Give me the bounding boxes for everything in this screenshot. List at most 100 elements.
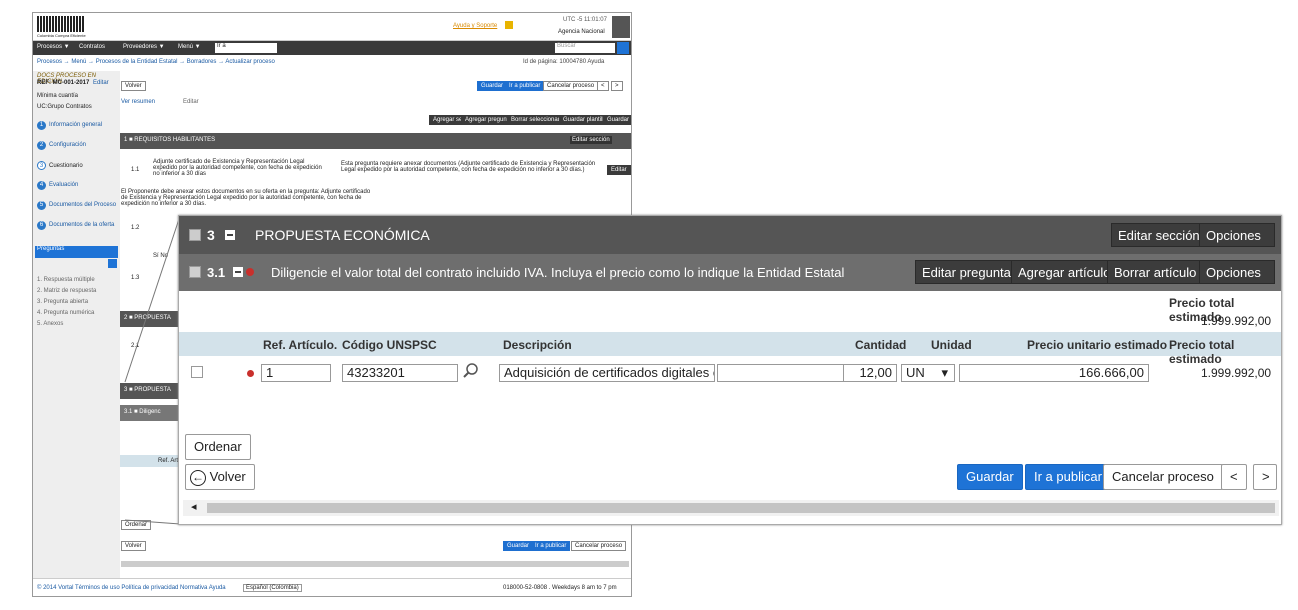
question-31-title: 3.1 ■ Diligenc [124, 409, 161, 415]
preguntas-header[interactable]: Preguntas [35, 246, 118, 258]
section-1-bar: 1 ■ REQUISITOS HABILITANTES Editar secció… [120, 133, 631, 149]
step-documentos-proceso[interactable]: 5 Documentos del Proceso [37, 201, 117, 210]
main-nav: Procesos ▼ Contratos Proveedores ▼ Menú … [33, 41, 631, 55]
guardar-button[interactable]: Guardar [957, 464, 1023, 490]
required-dot-icon [246, 268, 254, 276]
cancelar-bottom-button[interactable]: Cancelar proceso [571, 541, 627, 551]
step-evaluacion[interactable]: 4 Evaluación [37, 181, 117, 190]
section-1-title: 1 ■ REQUISITOS HABILITANTES [124, 137, 216, 143]
col-descripcion: Descripción [503, 338, 572, 352]
support-link[interactable]: Ayuda y Soporte [453, 23, 497, 29]
prev-button[interactable]: < [1221, 464, 1247, 490]
ref-input[interactable]: 1 [261, 364, 331, 382]
volver-small-button[interactable]: Volver [121, 541, 146, 551]
guardar-button[interactable]: Guardar [477, 81, 508, 91]
cancelar-button[interactable]: Cancelar proceso [1103, 464, 1223, 490]
nav-menu[interactable]: Menú ▼ [178, 44, 201, 50]
prev-button[interactable]: < [597, 81, 609, 91]
scrollbar-thumb[interactable] [207, 503, 1275, 513]
edit-section-button[interactable]: Editar sección [570, 136, 612, 144]
scroll-left-icon[interactable]: ◂ [191, 500, 197, 513]
search-input[interactable]: Buscar [555, 43, 615, 53]
language-select[interactable]: Español (Colombia) [243, 584, 302, 592]
step-documentos-oferta[interactable]: 6 Documentos de la oferta [37, 221, 117, 230]
footer-links[interactable]: © 2014 Vortal Términos de uso Política d… [37, 585, 226, 591]
step-dot: 5 [37, 201, 46, 210]
q11-text: Adjunte certificado de Existencia y Repr… [153, 159, 322, 177]
pregunta-item[interactable]: 3. Pregunta abierta [37, 299, 88, 305]
goto-select[interactable]: Ir a [215, 43, 277, 53]
descripcion-input[interactable]: Adquisición de certificados digitales co [499, 364, 715, 382]
unidad-value: UN [906, 365, 925, 380]
step-label: Documentos de la oferta [49, 222, 115, 228]
process-ref: REF: MC-001-2017 [37, 80, 90, 86]
notification-icon[interactable] [505, 21, 513, 29]
unidad-select[interactable]: UN ▾ [901, 364, 955, 382]
question-options-dropdown[interactable]: Opciones ▾ [1199, 260, 1275, 304]
guardar-bottom-button[interactable]: Guardar [503, 541, 534, 551]
next-button[interactable]: > [611, 81, 623, 91]
q11-num: 1.1 [131, 167, 140, 173]
next-button[interactable]: > [1253, 464, 1277, 490]
row-checkbox[interactable] [191, 366, 203, 378]
section-checkbox[interactable] [189, 229, 201, 241]
col-precio-total: Precio total estimado [1169, 338, 1235, 366]
edit-question-button[interactable]: Editar pregunta [915, 260, 1018, 284]
pregunta-item[interactable]: 2. Matriz de respuesta [37, 288, 96, 294]
nav-proveedores[interactable]: Proveedores ▼ [123, 44, 165, 50]
page-id: Id de página: 10004780 Ayuda [523, 59, 605, 65]
q13-num: 1.3 [131, 275, 140, 281]
step-informacion[interactable]: 1 Información general [37, 121, 117, 130]
options-dropdown[interactable]: Opciones ▾ [1199, 223, 1275, 267]
step-configuracion[interactable]: 2 Configuración [37, 141, 117, 150]
search-icon[interactable] [462, 362, 480, 380]
pregunta-item[interactable]: 1. Respuesta múltiple [37, 277, 95, 283]
volver-label: Volver [209, 469, 246, 484]
delete-article-button[interactable]: Borrar artículo [1107, 260, 1204, 284]
top-header: Colombia Compra Eficiente Ayuda y Soport… [33, 13, 631, 41]
volver-button[interactable]: ← Volver [185, 464, 255, 490]
nav-contratos[interactable]: Contratos [79, 44, 105, 50]
publicar-button[interactable]: Ir a publicar [505, 81, 545, 91]
edit-section-button[interactable]: Editar sección [1111, 223, 1207, 247]
step-label: Documentos del Proceso [49, 202, 117, 208]
si-no-options[interactable]: Sí No [153, 253, 168, 259]
precio-unitario-input[interactable]: 166.666,00 [959, 364, 1149, 382]
nav-procesos[interactable]: Procesos ▼ [37, 44, 70, 50]
unspsc-input[interactable]: 43233201 [342, 364, 458, 382]
preguntas-search-icon[interactable] [108, 259, 117, 268]
section-3-header: 3 PROPUESTA ECONÓMICA Editar sección Opc… [179, 216, 1281, 267]
step-cuestionario[interactable]: 3 Cuestionario [37, 161, 117, 170]
col-unspsc: Código UNSPSC [342, 338, 437, 352]
q11-edit-button[interactable]: Editar [607, 165, 631, 175]
ver-resumen-link[interactable]: Ver resumen [121, 99, 155, 105]
publicar-bottom-button[interactable]: Ir a publicar [531, 541, 571, 551]
logo-caption: Colombia Compra Eficiente [37, 33, 86, 38]
edit-link[interactable]: Editar [93, 80, 109, 86]
publicar-button[interactable]: Ir a publicar [1025, 464, 1111, 490]
ordenar-button[interactable]: Ordenar [185, 434, 251, 460]
preguntas-label: Preguntas [37, 246, 65, 252]
search-button[interactable] [617, 42, 629, 54]
section-3-title: 3 ■ PROPUESTA [124, 387, 171, 393]
guardar-small-button[interactable]: Guardar [603, 115, 631, 125]
user-agency[interactable]: Agencia Nacional [558, 29, 605, 35]
footer-phone: 018000-52-0808 . Weekdays 8 am to 7 pm [503, 585, 617, 591]
cancelar-button[interactable]: Cancelar proceso [543, 81, 599, 91]
pregunta-item[interactable]: 4. Pregunta numérica [37, 310, 94, 316]
search-placeholder: Buscar [557, 43, 576, 49]
pregunta-item[interactable]: 5. Anexos [37, 321, 63, 327]
collapse-icon[interactable] [225, 230, 235, 240]
section-2-title: 2 ■ PROPUESTA [124, 315, 171, 321]
collapse-question-icon[interactable] [233, 267, 243, 277]
avatar[interactable] [612, 16, 630, 38]
ordenar-small-button[interactable]: Ordenar [121, 520, 152, 530]
bottom-scrollbar[interactable] [121, 561, 629, 567]
add-article-button[interactable]: Agregar artículo [1011, 260, 1118, 284]
question-checkbox[interactable] [189, 266, 201, 278]
q11-paragraph: El Proponente debe anexar estos document… [121, 189, 371, 207]
horizontal-scrollbar[interactable]: ◂ [183, 500, 1279, 516]
volver-button[interactable]: Volver [121, 81, 146, 91]
cantidad-input[interactable]: 12,00 [843, 364, 897, 382]
question-text: Diligencie el valor total del contrato i… [271, 265, 548, 280]
